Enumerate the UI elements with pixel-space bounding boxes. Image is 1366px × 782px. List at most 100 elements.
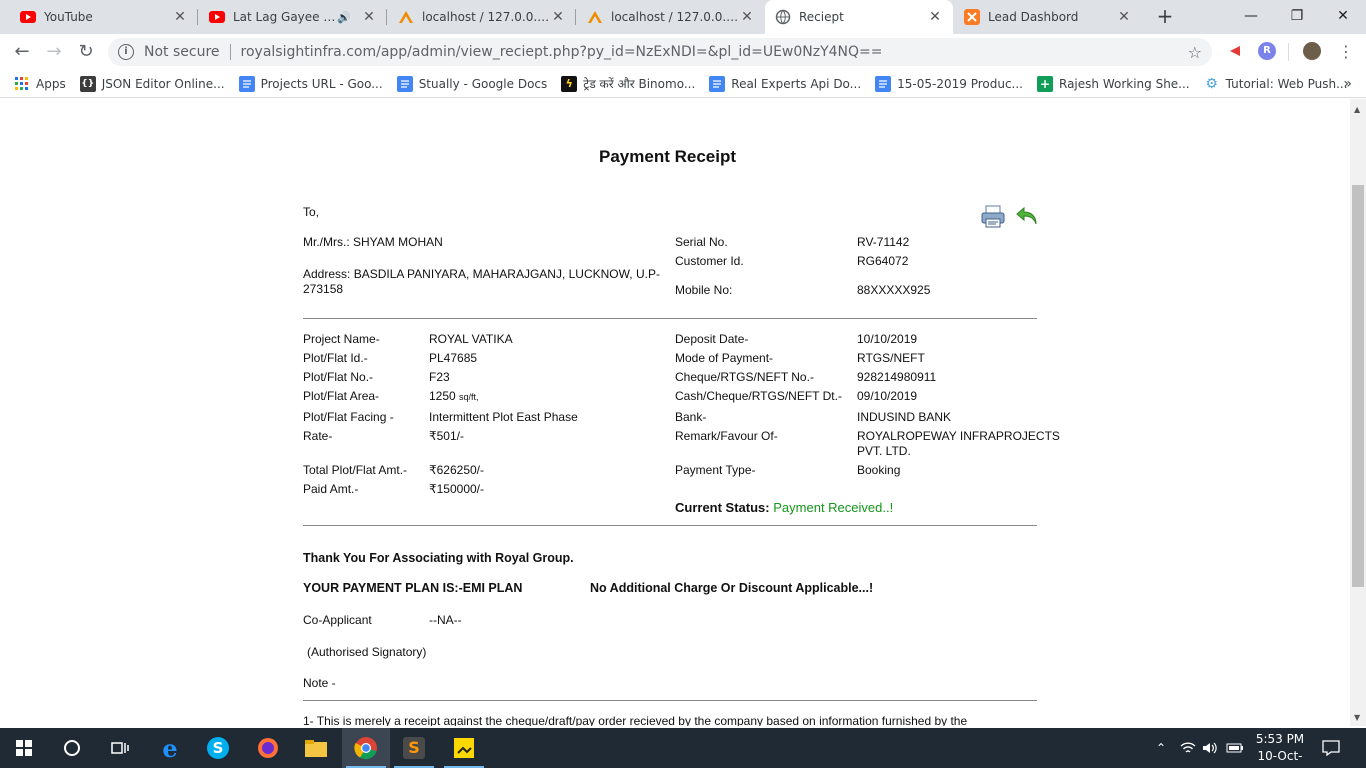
note-line-1: 1- This is merely a receipt against the …	[303, 714, 968, 726]
notifications-icon[interactable]	[1322, 728, 1344, 768]
clock-date: 10-Oct-19	[1257, 749, 1303, 780]
address-line-1: Address: BASDILA PANIYARA, MAHARAJGANJ, …	[303, 267, 660, 281]
chrome-icon[interactable]	[342, 728, 390, 768]
close-icon[interactable]: ✕	[172, 9, 188, 25]
tab-localhost-2[interactable]: localhost / 127.0.0.1 / ro ✕	[577, 0, 765, 34]
battery-icon[interactable]	[1226, 728, 1246, 768]
back-button[interactable]: ←	[10, 40, 34, 64]
menu-kebab-icon[interactable]: ⋮	[1338, 42, 1354, 61]
authorised-signatory: (Authorised Signatory)	[307, 645, 427, 659]
youtube-icon	[209, 9, 225, 25]
skype-icon[interactable]: S	[194, 728, 242, 768]
taskbar-clock[interactable]: 5:53 PM 10-Oct-19	[1250, 731, 1310, 782]
sticky-notes-icon[interactable]	[440, 728, 488, 768]
bookmark-json-editor[interactable]: {} JSON Editor Online...	[79, 75, 225, 92]
close-window-button[interactable]: ✕	[1320, 0, 1366, 34]
plot-area-unit: sq/ft,	[459, 392, 479, 402]
scroll-down-icon[interactable]: ▼	[1354, 713, 1360, 722]
bookmarks-overflow-button[interactable]: »	[1343, 76, 1352, 92]
volume-icon[interactable]	[1202, 728, 1222, 768]
divider	[1288, 43, 1289, 61]
page-scrollbar[interactable]: ▲ ▼	[1350, 99, 1366, 726]
tab-youtube[interactable]: YouTube ✕	[10, 0, 198, 34]
close-icon[interactable]: ✕	[927, 9, 943, 25]
bookmark-real-experts[interactable]: Real Experts Api Do...	[709, 75, 862, 92]
payment-mode-label: Mode of Payment-	[675, 351, 774, 365]
extension-red-icon[interactable]	[1228, 42, 1246, 60]
customer-id-value: RG64072	[857, 254, 909, 268]
tab-localhost-1[interactable]: localhost / 127.0.0.1 / ro ✕	[388, 0, 576, 34]
bookmark-label: Rajesh Working She...	[1059, 76, 1190, 91]
bookmark-15-05-2019[interactable]: 15-05-2019 Produc...	[875, 75, 1023, 92]
divider	[229, 44, 231, 60]
bookmark-binomo[interactable]: ϟ ट्रेड करें और Binomo...	[561, 75, 695, 92]
youtube-icon	[20, 9, 36, 25]
bookmark-stually[interactable]: Stually - Google Docs	[396, 75, 547, 92]
bookmark-apps[interactable]: Apps	[14, 76, 66, 92]
tab-reciept[interactable]: Reciept ✕	[765, 0, 953, 34]
forward-button[interactable]: →	[42, 40, 66, 64]
file-explorer-icon[interactable]	[292, 728, 340, 768]
wifi-icon[interactable]	[1180, 728, 1200, 768]
co-applicant-label: Co-Applicant	[303, 613, 372, 627]
phpmyadmin-icon	[587, 9, 603, 25]
firefox-icon[interactable]	[244, 728, 292, 768]
close-icon[interactable]: ✕	[1116, 9, 1132, 25]
divider	[303, 700, 1037, 701]
info-icon[interactable]: i	[118, 44, 134, 60]
plot-no-value: F23	[429, 370, 450, 384]
bank-label: Bank-	[675, 410, 707, 424]
project-name-label: Project Name-	[303, 332, 380, 346]
scrollbar-thumb[interactable]	[1352, 185, 1364, 587]
windows-taskbar: e S S ⌃ 5:53 PM 10-Oct-19	[0, 728, 1366, 780]
tab-lat-lag-gayee[interactable]: Lat Lag Gayee Lyric 🔊 ✕	[199, 0, 387, 34]
windows-start-icon[interactable]	[0, 728, 48, 768]
speaker-icon[interactable]: 🔊	[337, 11, 351, 24]
tab-lead-dashbord[interactable]: Lead Dashbord ✕	[954, 0, 1142, 34]
mobile-value: 88XXXXX925	[857, 283, 931, 297]
status-label: Current Status:	[675, 500, 770, 515]
scroll-up-icon[interactable]: ▲	[1354, 105, 1360, 114]
restore-button[interactable]: ❐	[1274, 0, 1320, 34]
edge-icon[interactable]: e	[146, 728, 194, 768]
printer-icon[interactable]	[980, 203, 1006, 229]
task-view-icon[interactable]	[96, 728, 144, 768]
reload-button[interactable]: ↻	[74, 40, 98, 64]
sublime-text-icon[interactable]: S	[390, 728, 438, 768]
divider	[303, 318, 1037, 319]
bookmark-projects-url[interactable]: Projects URL - Goo...	[238, 75, 383, 92]
docs-icon	[396, 75, 413, 92]
serial-value: RV-71142	[857, 235, 910, 249]
remark-value-line-2: PVT. LTD.	[857, 444, 911, 458]
address-bar[interactable]: i Not secure royalsightinfra.com/app/adm…	[108, 38, 1212, 66]
deposit-date-label: Deposit Date-	[675, 332, 749, 346]
extension-r-icon[interactable]: R	[1258, 42, 1276, 60]
bookmark-star-icon[interactable]: ☆	[1188, 43, 1202, 62]
new-tab-button[interactable]: +	[1153, 4, 1177, 30]
gear-icon: ⚙	[1205, 75, 1218, 92]
cheque-no-label: Cheque/RTGS/NEFT No.-	[675, 370, 814, 384]
divider	[303, 525, 1037, 526]
minimize-button[interactable]: —	[1228, 0, 1274, 34]
bookmark-rajesh-working[interactable]: + Rajesh Working She...	[1037, 75, 1190, 92]
payment-plan-text: YOUR PAYMENT PLAN IS:-EMI PLAN	[303, 581, 523, 595]
total-amount-label: Total Plot/Flat Amt.-	[303, 463, 408, 477]
current-status: Current Status: Payment Received..!	[675, 500, 893, 515]
customer-id-label: Customer Id.	[675, 254, 744, 268]
project-name-value: ROYAL VATIKA	[429, 332, 513, 346]
bookmarks-bar: Apps {} JSON Editor Online... Projects U…	[0, 70, 1366, 98]
close-icon[interactable]: ✕	[361, 9, 377, 25]
url-text[interactable]: royalsightinfra.com/app/admin/view_recie…	[241, 44, 883, 60]
globe-icon	[775, 9, 791, 25]
bookmark-label: Real Experts Api Do...	[731, 76, 862, 91]
chevron-up-icon[interactable]: ⌃	[1156, 728, 1170, 768]
avatar[interactable]	[1303, 42, 1321, 60]
close-icon[interactable]: ✕	[739, 9, 755, 25]
plot-facing-label: Plot/Flat Facing -	[303, 410, 394, 424]
back-undo-icon[interactable]	[1014, 203, 1040, 229]
close-icon[interactable]: ✕	[550, 9, 566, 25]
bookmark-tutorial-web-push[interactable]: ⚙ Tutorial: Web Push...	[1204, 75, 1347, 92]
search-circle-icon[interactable]	[48, 728, 96, 768]
bookmark-label: 15-05-2019 Produc...	[897, 76, 1023, 91]
note-label: Note -	[303, 676, 336, 690]
